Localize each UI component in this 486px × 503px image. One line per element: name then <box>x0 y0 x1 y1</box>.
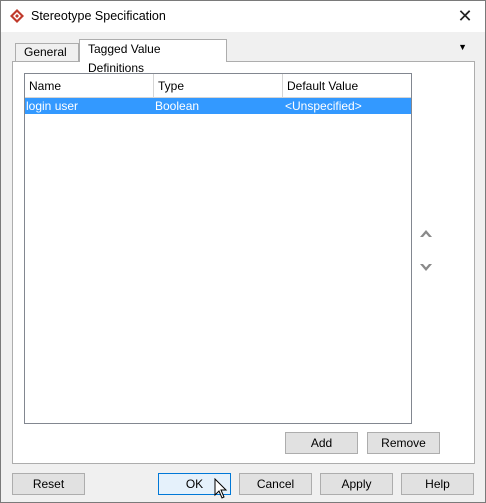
tab-tagged-value-definitions[interactable]: Tagged Value Definitions <box>79 39 227 75</box>
table-header: Name Type Default Value <box>25 74 411 98</box>
tagged-values-table[interactable]: Name Type Default Value login user Boole… <box>24 73 412 424</box>
move-up-icon[interactable] <box>418 226 434 242</box>
tab-content-panel: Name Type Default Value login user Boole… <box>12 61 475 464</box>
cell-type: Boolean <box>155 99 200 113</box>
ok-button[interactable]: OK <box>158 473 231 495</box>
move-down-icon[interactable] <box>418 259 434 275</box>
cell-default-value: <Unspecified> <box>285 99 362 113</box>
window-title: Stereotype Specification <box>31 9 166 23</box>
close-icon[interactable]: ✕ <box>445 1 485 32</box>
column-header-default-value[interactable]: Default Value <box>283 74 411 98</box>
table-row[interactable]: login user Boolean <Unspecified> <box>25 98 411 114</box>
cancel-button[interactable]: Cancel <box>239 473 312 495</box>
tab-general[interactable]: General <box>15 43 79 61</box>
help-button[interactable]: Help <box>401 473 474 495</box>
reset-button[interactable]: Reset <box>12 473 85 495</box>
remove-button[interactable]: Remove <box>367 432 440 454</box>
app-logo-icon <box>10 9 24 23</box>
tab-menu-dropdown-icon[interactable]: ▼ <box>458 42 467 52</box>
apply-button[interactable]: Apply <box>320 473 393 495</box>
cell-name: login user <box>26 99 79 113</box>
column-header-type[interactable]: Type <box>154 74 283 98</box>
add-button[interactable]: Add <box>285 432 358 454</box>
title-bar: Stereotype Specification ✕ <box>1 1 485 32</box>
stereotype-specification-dialog: Stereotype Specification ✕ General Tagge… <box>0 0 486 503</box>
